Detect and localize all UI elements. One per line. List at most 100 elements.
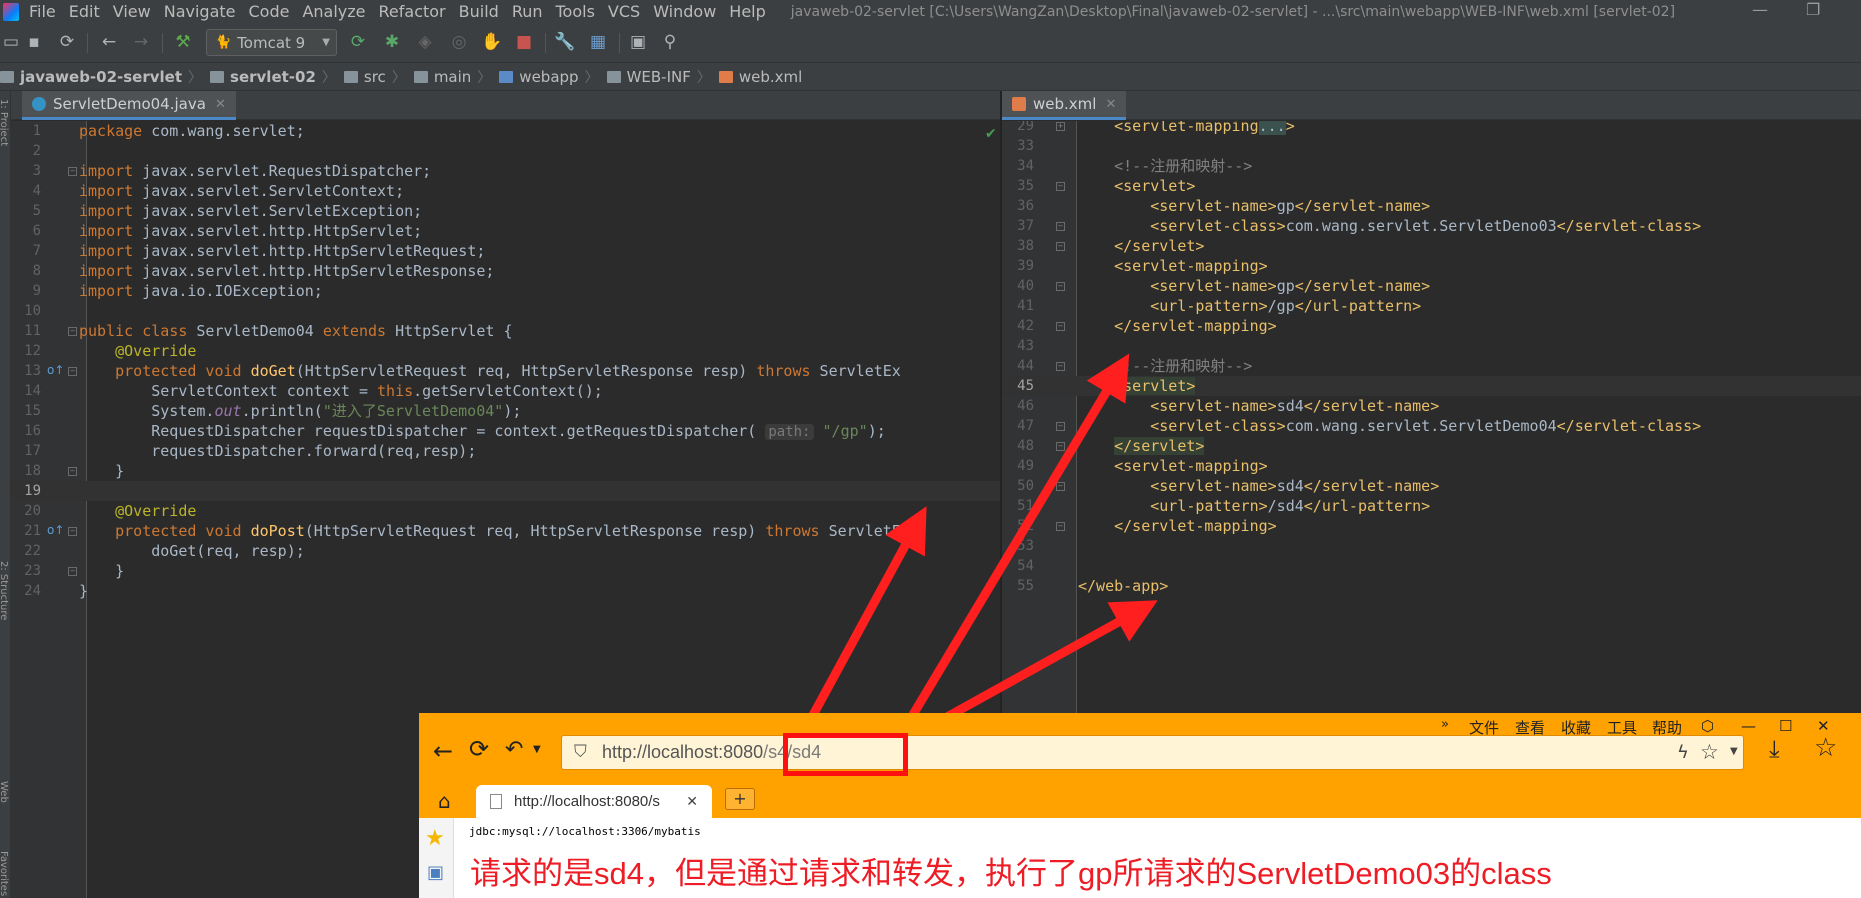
menu-edit[interactable]: Edit	[69, 2, 100, 21]
run-icon[interactable]: ⟳	[347, 31, 369, 53]
code-line[interactable]: 34 <!--注册和映射-->	[1002, 156, 1861, 176]
breadcrumb-webapp[interactable]: webapp	[499, 68, 579, 86]
code-line[interactable]: 2	[11, 141, 1002, 161]
menu-build[interactable]: Build	[459, 2, 499, 21]
fold-marker-icon[interactable]: −	[1056, 242, 1065, 251]
close-icon[interactable]: ✕	[1105, 97, 1116, 112]
stripe-project[interactable]: 1: Project	[0, 99, 9, 146]
fold-marker-icon[interactable]: −	[68, 327, 77, 336]
attach-icon[interactable]: ✋	[481, 31, 503, 53]
code-line[interactable]: 37 <servlet-class>com.wang.servlet.Servl…	[1002, 216, 1861, 236]
browser-tab[interactable]: http://localhost:8080/s ✕	[476, 785, 712, 818]
menu-vcs[interactable]: VCS	[608, 2, 640, 21]
forward-icon[interactable]: →	[130, 31, 152, 53]
code-line[interactable]: 46 <servlet-name>sd4</servlet-name>	[1002, 396, 1861, 416]
code-line[interactable]: 53	[1002, 536, 1861, 556]
run-config-select[interactable]: 🐈 Tomcat 9 ▼	[206, 29, 337, 56]
minimize-icon[interactable]: —	[1752, 0, 1768, 19]
code-line[interactable]: 21 protected void doPost(HttpServletRequ…	[11, 521, 1002, 541]
star-icon[interactable]: ★	[425, 826, 445, 851]
code-line[interactable]: 40 <servlet-name>gp</servlet-name>	[1002, 276, 1861, 296]
code-line[interactable]: 23 }	[11, 561, 1002, 581]
code-line[interactable]: 35 <servlet>	[1002, 176, 1861, 196]
code-line[interactable]: 45 <servlet>	[1002, 376, 1861, 396]
code-line[interactable]: 6 import javax.servlet.http.HttpServlet;	[11, 221, 1002, 241]
chevron-down-icon[interactable]: ▼	[533, 744, 541, 755]
code-line[interactable]: 39 <servlet-mapping>	[1002, 256, 1861, 276]
code-line[interactable]: 7 import javax.servlet.http.HttpServletRe…	[11, 241, 1002, 261]
fold-marker-icon[interactable]: −	[1056, 362, 1065, 371]
menu-tools[interactable]: Tools	[556, 2, 595, 21]
code-line[interactable]: 41 <url-pattern>/gp</url-pattern>	[1002, 296, 1861, 316]
code-line[interactable]: 16 RequestDispatcher requestDispatcher =…	[11, 421, 1002, 441]
code-line[interactable]: 15 System.out.println("进入了ServletDemo04"…	[11, 401, 1002, 421]
close-icon[interactable]: ✕	[215, 97, 226, 112]
project-structure-icon[interactable]: ▦	[587, 31, 609, 53]
code-line[interactable]: 47 <servlet-class>com.wang.servlet.Servl…	[1002, 416, 1861, 436]
code-line[interactable]: 3 import javax.servlet.RequestDispatcher;	[11, 161, 1002, 181]
code-line[interactable]: 20 @Override	[11, 501, 1002, 521]
build-hammer-icon[interactable]: ⚒	[172, 31, 194, 53]
open-icon[interactable]: ▭	[0, 31, 22, 53]
fold-marker-icon[interactable]: −	[1056, 222, 1065, 231]
new-tab-button[interactable]: +	[725, 788, 755, 810]
code-line[interactable]: 52 </servlet-mapping>	[1002, 516, 1861, 536]
skin-icon[interactable]: ⬡	[1701, 717, 1714, 735]
code-line[interactable]: 44 <!--注册和映射-->	[1002, 356, 1861, 376]
code-line[interactable]: 54	[1002, 556, 1861, 576]
minimize-icon[interactable]: —	[1741, 717, 1756, 735]
coverage-icon[interactable]: ◈	[414, 31, 436, 53]
fold-marker-icon[interactable]: −	[1056, 322, 1065, 331]
menu-file[interactable]: File	[29, 2, 56, 21]
menu-run[interactable]: Run	[512, 2, 543, 21]
download-icon[interactable]: ⤓	[1769, 735, 1780, 763]
menu-help[interactable]: Help	[729, 2, 765, 21]
menu-view[interactable]: View	[113, 2, 151, 21]
code-line[interactable]: 24}	[11, 581, 1002, 601]
code-line[interactable]: 12 @Override	[11, 341, 1002, 361]
fold-marker-icon[interactable]: −	[68, 567, 77, 576]
code-line[interactable]: 49 <servlet-mapping>	[1002, 456, 1861, 476]
menu-navigate[interactable]: Navigate	[164, 2, 236, 21]
code-line[interactable]: 29 <servlet-mapping...>	[1002, 121, 1861, 136]
code-line[interactable]: 14 ServletContext context = this.getServ…	[11, 381, 1002, 401]
menu-code[interactable]: Code	[249, 2, 290, 21]
breadcrumb-module[interactable]: servlet-02	[210, 68, 316, 86]
more-icon[interactable]: »	[1441, 717, 1449, 732]
breadcrumb-src[interactable]: src	[343, 68, 386, 86]
undo-icon[interactable]: ↶	[505, 737, 523, 762]
code-line[interactable]: 19	[11, 481, 1002, 501]
fold-marker-icon[interactable]: −	[1056, 442, 1065, 451]
code-line[interactable]: 1 package com.wang.servlet;	[11, 121, 1002, 141]
fold-marker-icon[interactable]: −	[1056, 282, 1065, 291]
breadcrumb-project[interactable]: javaweb-02-servlet	[0, 68, 182, 86]
code-line[interactable]: 18 }	[11, 461, 1002, 481]
maximize-icon[interactable]: ☐	[1779, 717, 1792, 735]
menu-window[interactable]: Window	[653, 2, 716, 21]
fold-marker-icon[interactable]: +	[1056, 122, 1065, 131]
code-line[interactable]: 55 </web-app>	[1002, 576, 1861, 596]
back-icon[interactable]: ←	[433, 737, 453, 765]
code-line[interactable]: 48 </servlet>	[1002, 436, 1861, 456]
refresh-icon[interactable]: ⟳	[469, 735, 489, 763]
fold-marker-icon[interactable]: −	[68, 167, 77, 176]
fold-marker-icon[interactable]: −	[68, 527, 77, 536]
stripe-web[interactable]: Web	[0, 781, 9, 803]
code-line[interactable]: 36 <servlet-name>gp</servlet-name>	[1002, 196, 1861, 216]
save-icon[interactable]: ▪	[23, 31, 45, 53]
profile-icon[interactable]: ◎	[448, 31, 470, 53]
terminal-icon[interactable]: ▣	[627, 31, 649, 53]
fold-marker-icon[interactable]: −	[1056, 482, 1065, 491]
settings-wrench-icon[interactable]: 🔧	[554, 31, 576, 53]
code-line[interactable]: 10	[11, 301, 1002, 321]
star-icon[interactable]: ☆	[1700, 740, 1719, 764]
fold-marker-icon[interactable]: −	[1056, 522, 1065, 531]
favorites-star-icon[interactable]: ☆	[1814, 733, 1837, 763]
lightning-icon[interactable]: ϟ	[1677, 742, 1689, 763]
code-line[interactable]: 8 import javax.servlet.http.HttpServletRe…	[11, 261, 1002, 281]
fold-marker-icon[interactable]: −	[1056, 182, 1065, 191]
address-bar[interactable]: ⛉ http://localhost:8080/s4/sd4 ϟ ☆ ▼	[561, 735, 1744, 770]
restore-icon[interactable]: ❐	[1806, 0, 1820, 19]
code-line[interactable]: 22 doGet(req, resp);	[11, 541, 1002, 561]
code-line[interactable]: 51 <url-pattern>/sd4</url-pattern>	[1002, 496, 1861, 516]
